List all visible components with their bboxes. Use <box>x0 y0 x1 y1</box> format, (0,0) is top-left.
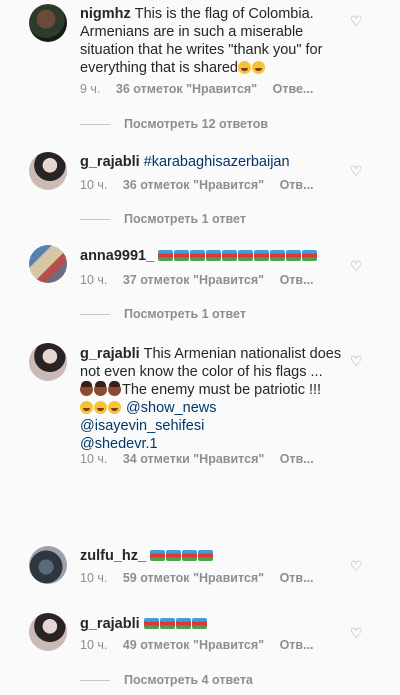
reply-button[interactable]: Отв... <box>280 571 314 585</box>
azerbaijan-flag-icon <box>182 550 198 561</box>
view-replies-label: Посмотреть 4 ответа <box>124 673 253 687</box>
woman-emoji-icon <box>94 381 107 396</box>
like-heart-icon[interactable]: ♡ <box>350 626 364 640</box>
likes-count[interactable]: 37 отметок "Нравится" <box>123 273 264 287</box>
comment-text: g_rajabli This Armenian nationalist does … <box>80 345 345 453</box>
laughing-emoji-icon <box>80 401 93 414</box>
like-heart-icon[interactable]: ♡ <box>350 14 364 28</box>
likes-count[interactable]: 36 отметок "Нравится" <box>116 82 257 96</box>
like-heart-icon[interactable]: ♡ <box>350 354 364 368</box>
azerbaijan-flag-icon <box>254 250 270 261</box>
comment-text: g_rajabli #karabaghisazerbaijan <box>80 153 345 171</box>
azerbaijan-flag-icon <box>206 250 222 261</box>
comment-meta: 10 ч. 49 отметок "Нравится" Отв... <box>80 638 326 652</box>
like-heart-icon[interactable]: ♡ <box>350 559 364 573</box>
woman-emoji-icon <box>108 381 121 396</box>
comment-text: nigmhz This is the flag of Colombia. Arme… <box>80 5 345 77</box>
avatar[interactable] <box>29 152 67 190</box>
azerbaijan-flag-icon <box>270 250 286 261</box>
divider-line <box>80 313 110 315</box>
azerbaijan-flag-icon <box>175 618 191 629</box>
likes-count[interactable]: 34 отметки "Нравится" <box>123 452 264 466</box>
mention-link[interactable]: @isayevin_sehifesi <box>80 418 204 434</box>
azerbaijan-flag-icon <box>166 550 182 561</box>
comment-text: g_rajabli <box>80 615 345 633</box>
avatar[interactable] <box>29 245 67 283</box>
likes-count[interactable]: 59 отметок "Нравится" <box>123 571 264 585</box>
comment-text: zulfu_hz_ <box>80 547 345 565</box>
azerbaijan-flag-icon <box>238 250 254 261</box>
username[interactable]: g_rajabli <box>80 616 140 632</box>
flag-emojis <box>143 616 208 632</box>
like-heart-icon[interactable]: ♡ <box>350 164 364 178</box>
flag-emojis <box>158 248 318 264</box>
azerbaijan-flag-icon <box>222 250 238 261</box>
view-replies-button[interactable]: Посмотреть 1 ответ <box>80 307 246 321</box>
reply-button[interactable]: Отв... <box>280 178 314 192</box>
avatar[interactable] <box>29 343 67 381</box>
azerbaijan-flag-icon <box>190 250 206 261</box>
view-replies-button[interactable]: Посмотреть 12 ответов <box>80 117 268 131</box>
hashtag-link[interactable]: #karabaghisazerbaijan <box>144 154 290 170</box>
azerbaijan-flag-icon <box>158 250 174 261</box>
view-replies-label: Посмотреть 1 ответ <box>124 307 246 321</box>
username[interactable]: nigmhz <box>80 6 131 22</box>
reply-button[interactable]: Отве... <box>273 82 314 96</box>
view-replies-button[interactable]: Посмотреть 4 ответа <box>80 673 253 687</box>
comment-meta: 10 ч. 37 отметок "Нравится" Отв... <box>80 273 326 287</box>
view-replies-label: Посмотреть 12 ответов <box>124 117 269 131</box>
username[interactable]: anna9991_ <box>80 248 154 264</box>
azerbaijan-flag-icon <box>286 250 302 261</box>
timestamp: 10 ч. <box>80 638 108 652</box>
reply-button[interactable]: Отв... <box>280 273 314 287</box>
azerbaijan-flag-icon <box>302 250 318 261</box>
comment-meta: 9 ч. 36 отметок "Нравится" Отве... <box>80 82 325 96</box>
azerbaijan-flag-icon <box>191 618 207 629</box>
woman-emoji-icon <box>80 381 93 396</box>
azerbaijan-flag-icon <box>143 618 159 629</box>
username[interactable]: g_rajabli <box>80 346 140 362</box>
azerbaijan-flag-icon <box>174 250 190 261</box>
view-replies-button[interactable]: Посмотреть 1 ответ <box>80 212 246 226</box>
azerbaijan-flag-icon <box>159 618 175 629</box>
divider-line <box>80 123 110 125</box>
avatar[interactable] <box>29 613 67 651</box>
timestamp: 9 ч. <box>80 82 101 96</box>
laughing-emoji-icon <box>108 401 121 414</box>
username[interactable]: g_rajabli <box>80 154 140 170</box>
view-replies-label: Посмотреть 1 ответ <box>124 212 246 226</box>
laughing-emoji-icon <box>251 61 265 74</box>
laughing-emoji-icon <box>94 401 107 414</box>
comment-meta: 10 ч. 34 отметки "Нравится" Отв... <box>80 452 326 466</box>
divider-line <box>80 679 110 681</box>
likes-count[interactable]: 36 отметок "Нравится" <box>123 178 264 192</box>
comment-meta: 10 ч. 36 отметок "Нравится" Отв... <box>80 178 326 192</box>
timestamp: 10 ч. <box>80 273 108 287</box>
timestamp: 10 ч. <box>80 452 108 466</box>
flag-emojis <box>150 548 214 564</box>
laughing-emoji-icon <box>237 61 251 74</box>
avatar[interactable] <box>29 4 67 42</box>
mention-link[interactable]: @show_news <box>126 400 216 416</box>
timestamp: 10 ч. <box>80 178 108 192</box>
azerbaijan-flag-icon <box>150 550 166 561</box>
like-heart-icon[interactable]: ♡ <box>350 259 364 273</box>
azerbaijan-flag-icon <box>198 550 214 561</box>
divider-line <box>80 218 110 220</box>
comment-meta: 10 ч. 59 отметок "Нравится" Отв... <box>80 571 326 585</box>
username[interactable]: zulfu_hz_ <box>80 548 146 564</box>
reply-button[interactable]: Отв... <box>280 638 314 652</box>
comment-body-2: The enemy must be patriotic !!! <box>122 382 322 398</box>
comment-text: anna9991_ <box>80 247 345 265</box>
reply-button[interactable]: Отв... <box>280 452 314 466</box>
timestamp: 10 ч. <box>80 571 108 585</box>
avatar[interactable] <box>29 546 67 584</box>
mention-link[interactable]: @shedevr.1 <box>80 436 158 452</box>
likes-count[interactable]: 49 отметок "Нравится" <box>123 638 264 652</box>
